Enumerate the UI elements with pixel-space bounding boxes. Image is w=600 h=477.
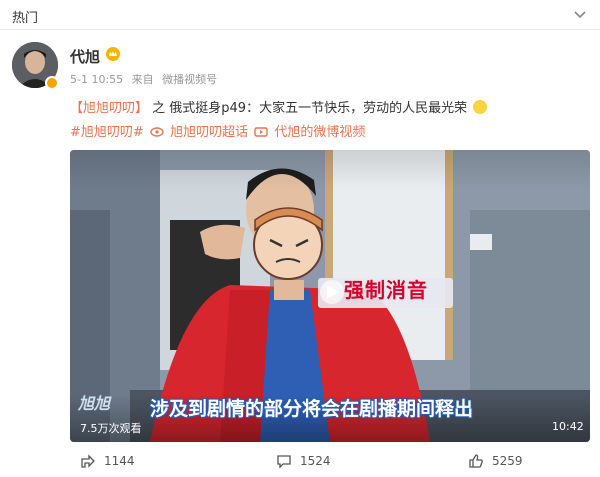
video-icon <box>254 127 268 137</box>
top-shade <box>70 150 590 190</box>
top-bar: 热门 <box>0 0 600 30</box>
post-body: 之 俄式挺身p49：大家五一节快乐，劳动的人民最光荣 <box>152 101 468 116</box>
video-duration: 10:42 <box>552 420 584 433</box>
post-text: 【旭旭叨叨】 之 俄式挺身p49：大家五一节快乐，劳动的人民最光荣 <box>70 97 590 116</box>
share-count: 1144 <box>104 454 135 468</box>
action-bar: 1144 1524 5259 <box>0 448 600 477</box>
video-caption: 涉及到剧情的部分将会在剧播期间释出 <box>150 398 474 420</box>
super-topic-icon <box>150 127 164 137</box>
user-name[interactable]: 代旭 <box>70 46 100 67</box>
like-count: 5259 <box>492 454 523 468</box>
thumbs-up-icon <box>469 454 483 468</box>
share-icon <box>81 454 95 468</box>
post-time[interactable]: 5-1 10:55 <box>70 73 123 86</box>
chevron-down-icon[interactable] <box>572 6 588 22</box>
post-source[interactable]: 微播视频号 <box>162 73 217 86</box>
section-title: 热门 <box>12 11 39 26</box>
video-link[interactable]: 代旭的微博视频 <box>274 125 365 140</box>
video-overlay-tag: 旭旭 <box>78 394 111 413</box>
tag-line: #旭旭叨叨# 旭旭叨叨超话 代旭的微博视频 <box>70 121 365 140</box>
comment-icon <box>277 455 291 469</box>
crown-icon <box>106 47 120 61</box>
post-meta: 5-1 10:55 来自 微播视频号 <box>70 71 222 87</box>
hashtag-link[interactable]: #旭旭叨叨# <box>70 125 144 140</box>
topic-link[interactable]: 【旭旭叨叨】 <box>70 101 148 116</box>
muted-label: 强制消音 <box>344 278 428 302</box>
verified-badge-icon <box>45 76 59 90</box>
comment-button[interactable]: 1524 <box>276 453 331 469</box>
view-count: 7.5万次观看 <box>80 422 142 435</box>
share-button[interactable]: 1144 <box>80 453 135 469</box>
super-topic-link[interactable]: 旭旭叨叨超话 <box>170 125 248 140</box>
source-prefix: 来自 <box>131 73 154 86</box>
like-button[interactable]: 5259 <box>468 453 523 469</box>
comment-count: 1524 <box>300 454 331 468</box>
smile-emoji-icon <box>473 100 488 114</box>
